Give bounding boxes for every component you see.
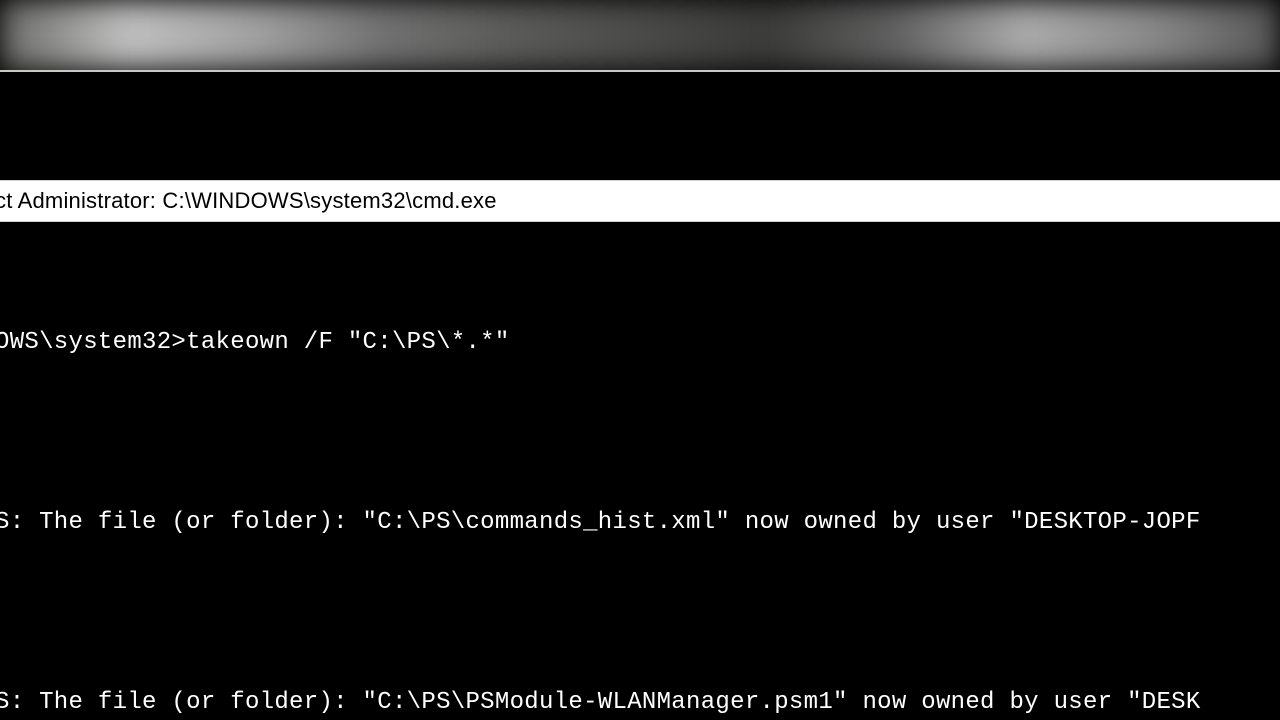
background-window-dark (0, 70, 1280, 180)
terminal-viewport[interactable]: OWS\system32>takeown /F "C:\PS\*.*" S: T… (0, 222, 1280, 720)
terminal-line: OWS\system32>takeown /F "C:\PS\*.*" (0, 328, 1280, 358)
terminal-blank (0, 418, 1280, 448)
window-titlebar[interactable]: ct Administrator: C:\WINDOWS\system32\cm… (0, 180, 1280, 222)
terminal-line: S: The file (or folder): "C:\PS\commands… (0, 508, 1280, 538)
desktop-backdrop (0, 0, 1280, 70)
terminal-line: S: The file (or folder): "C:\PS\PSModule… (0, 688, 1280, 718)
window-title: ct Administrator: C:\WINDOWS\system32\cm… (0, 188, 497, 214)
terminal-blank (0, 598, 1280, 628)
